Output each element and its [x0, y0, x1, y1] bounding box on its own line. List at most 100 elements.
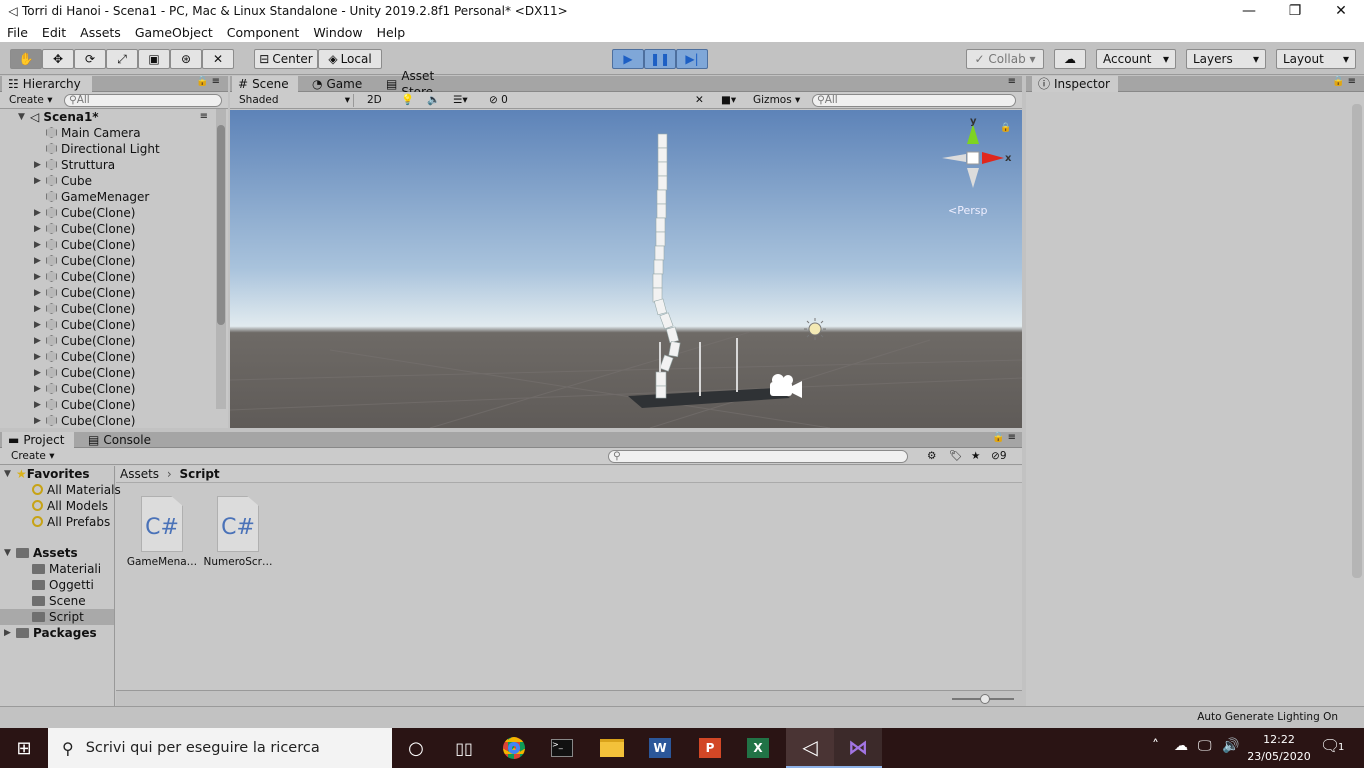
- transform-tool-button[interactable]: ⊛: [170, 49, 202, 69]
- audio-toggle-icon[interactable]: 🔈: [424, 94, 443, 107]
- account-dropdown[interactable]: Account ▾: [1096, 49, 1176, 69]
- slider-thumb[interactable]: [980, 694, 990, 704]
- task-view-button[interactable]: ▯▯: [440, 728, 488, 768]
- scene-viewport[interactable]: 🔒 y x <Persp: [230, 110, 1022, 428]
- hierarchy-item[interactable]: ▶ Cube(Clone): [0, 365, 214, 381]
- expand-arrow-icon[interactable]: ▶: [34, 221, 41, 237]
- file-item[interactable]: C# NumeroScr…: [202, 496, 274, 576]
- favorite-item[interactable]: All Materials: [0, 482, 121, 498]
- hierarchy-item[interactable]: ▶ Struttura: [0, 157, 214, 173]
- hierarchy-item[interactable]: ▶ Cube(Clone): [0, 397, 214, 413]
- restore-button[interactable]: ❐: [1272, 0, 1318, 22]
- play-button[interactable]: ▶: [612, 49, 644, 69]
- panel-menu-icon[interactable]: 🔒 ≡: [1332, 76, 1356, 87]
- hierarchy-item[interactable]: ▶ Cube(Clone): [0, 301, 214, 317]
- visual-studio-app[interactable]: ⋈: [834, 728, 882, 768]
- breadcrumb-script[interactable]: Script: [180, 467, 220, 481]
- filter-by-type-icon[interactable]: ⚙: [924, 450, 939, 463]
- volume-icon[interactable]: 🔊: [1222, 738, 1239, 754]
- expand-arrow-icon[interactable]: ▶: [34, 237, 41, 253]
- panel-menu-icon[interactable]: 🔒 ≡: [992, 432, 1016, 443]
- hierarchy-item[interactable]: ▶ Cube(Clone): [0, 333, 214, 349]
- scale-tool-button[interactable]: ⤢: [106, 49, 138, 69]
- cloud-button[interactable]: ☁: [1054, 49, 1086, 69]
- tab-hierarchy[interactable]: ☷ Hierarchy: [2, 76, 92, 92]
- hierarchy-item[interactable]: ▶ Cube(Clone): [0, 317, 214, 333]
- hierarchy-item[interactable]: ▶ Cube(Clone): [0, 237, 214, 253]
- rotate-tool-button[interactable]: ⟳: [74, 49, 106, 69]
- notification-button[interactable]: 🗨 1: [1320, 736, 1356, 760]
- pause-button[interactable]: ❚❚: [644, 49, 676, 69]
- hierarchy-item[interactable]: ▶ Cube(Clone): [0, 253, 214, 269]
- menu-edit[interactable]: Edit: [35, 25, 73, 40]
- hierarchy-item[interactable]: Directional Light: [0, 141, 214, 157]
- menu-window[interactable]: Window: [306, 25, 369, 40]
- favorite-item[interactable]: All Prefabs: [0, 514, 110, 530]
- expand-arrow-icon[interactable]: ▼: [18, 109, 25, 125]
- favorites-row[interactable]: ▼ ★Favorites: [0, 466, 100, 482]
- hierarchy-create-button[interactable]: Create ▾: [6, 94, 56, 107]
- minimize-button[interactable]: —: [1226, 0, 1272, 22]
- unity-app[interactable]: ◁: [786, 728, 834, 768]
- folder-item[interactable]: Materiali: [0, 561, 101, 577]
- tab-project[interactable]: ▬ Project: [2, 432, 74, 448]
- chevron-up-icon[interactable]: ˄: [1152, 738, 1159, 754]
- chrome-app[interactable]: [490, 728, 538, 768]
- word-app[interactable]: W: [636, 728, 684, 768]
- expand-arrow-icon[interactable]: ▶: [34, 317, 41, 333]
- gizmo-lock-icon[interactable]: 🔒: [1000, 122, 1011, 133]
- close-button[interactable]: ✕: [1318, 0, 1364, 22]
- explorer-app[interactable]: [588, 728, 636, 768]
- expand-arrow-icon[interactable]: ▶: [34, 285, 41, 301]
- menu-component[interactable]: Component: [220, 25, 307, 40]
- expand-arrow-icon[interactable]: ▶: [34, 397, 41, 413]
- expand-arrow-icon[interactable]: ▶: [4, 625, 11, 641]
- expand-arrow-icon[interactable]: ▶: [34, 269, 41, 285]
- camera-settings-icon[interactable]: ■▾: [718, 94, 739, 107]
- menu-assets[interactable]: Assets: [73, 25, 128, 40]
- favorite-star-icon[interactable]: ★: [968, 450, 983, 463]
- expand-arrow-icon[interactable]: ▼: [4, 545, 11, 561]
- folder-item[interactable]: Scene: [0, 593, 100, 609]
- custom-tool-button[interactable]: ✕: [202, 49, 234, 69]
- project-create-button[interactable]: Create ▾: [8, 450, 58, 463]
- network-icon[interactable]: 🖵: [1198, 738, 1212, 754]
- collab-dropdown[interactable]: ✓ Collab ▾: [966, 49, 1044, 69]
- lighting-status[interactable]: Auto Generate Lighting On: [1197, 711, 1338, 723]
- powerpoint-app[interactable]: P: [686, 728, 734, 768]
- hierarchy-search-input[interactable]: ⚲All: [64, 94, 222, 107]
- scene-menu-icon[interactable]: ≡: [200, 109, 208, 125]
- panel-menu-icon[interactable]: ≡: [1008, 76, 1016, 87]
- expand-arrow-icon[interactable]: ▶: [34, 349, 41, 365]
- scene-search-input[interactable]: ⚲All: [812, 94, 1016, 107]
- folder-item-selected[interactable]: Script: [0, 609, 114, 625]
- scrollbar-thumb[interactable]: [217, 125, 225, 325]
- effects-toggle-icon[interactable]: ☰▾: [450, 94, 471, 107]
- favorite-item[interactable]: All Models: [0, 498, 108, 514]
- icon-size-slider[interactable]: [952, 694, 1014, 704]
- hierarchy-item[interactable]: GameMenager: [0, 189, 214, 205]
- expand-arrow-icon[interactable]: ▶: [34, 173, 41, 189]
- pivot-toggle[interactable]: ⊟ Center: [254, 49, 318, 69]
- hierarchy-item[interactable]: ▶ Cube(Clone): [0, 221, 214, 237]
- cloud-icon[interactable]: ☁: [1174, 738, 1188, 754]
- 2d-toggle[interactable]: 2D: [364, 94, 385, 107]
- hierarchy-item[interactable]: ▶ Cube(Clone): [0, 413, 214, 428]
- rect-tool-button[interactable]: ▣: [138, 49, 170, 69]
- tab-inspector[interactable]: ⓘ Inspector: [1032, 76, 1118, 92]
- gizmos-dropdown[interactable]: Gizmos ▾: [750, 94, 803, 107]
- hierarchy-item[interactable]: ▶ Cube(Clone): [0, 205, 214, 221]
- menu-help[interactable]: Help: [370, 25, 413, 40]
- filter-by-label-icon[interactable]: 🏷: [946, 450, 965, 463]
- scene-row[interactable]: ▼ ◁ Scena1* ≡: [0, 109, 214, 125]
- hierarchy-scrollbar[interactable]: [216, 109, 226, 409]
- breadcrumb-assets[interactable]: Assets: [120, 467, 159, 481]
- menu-file[interactable]: File: [0, 25, 35, 40]
- expand-arrow-icon[interactable]: ▶: [34, 381, 41, 397]
- hierarchy-item[interactable]: Main Camera: [0, 125, 214, 141]
- space-toggle[interactable]: ◈ Local: [318, 49, 382, 69]
- inspector-scrollbar[interactable]: [1352, 104, 1362, 578]
- excel-app[interactable]: X: [734, 728, 782, 768]
- hidden-objects-toggle[interactable]: ⊘ 0: [486, 94, 511, 107]
- lighting-toggle-icon[interactable]: 💡: [398, 94, 417, 107]
